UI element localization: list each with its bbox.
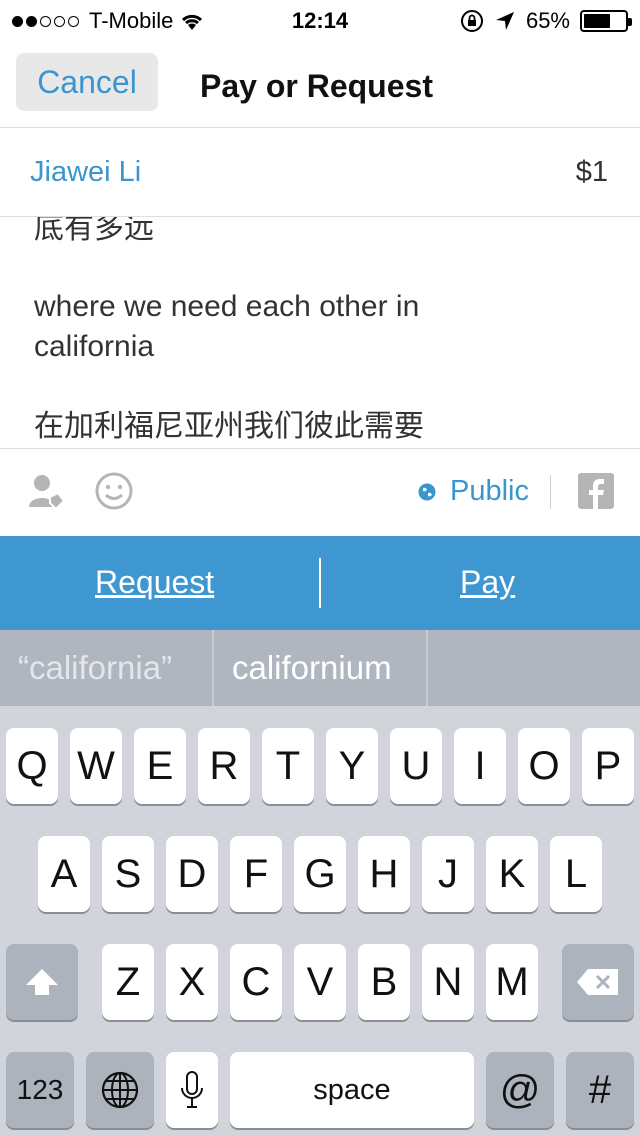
key-e[interactable]: E bbox=[134, 728, 186, 804]
globe-key[interactable] bbox=[86, 1052, 154, 1128]
pay-request-bar: Request Pay bbox=[0, 536, 640, 630]
dictation-key[interactable] bbox=[166, 1052, 218, 1128]
key-a[interactable]: A bbox=[38, 836, 90, 912]
key-h[interactable]: H bbox=[358, 836, 410, 912]
key-o[interactable]: O bbox=[518, 728, 570, 804]
note-line: where we need each other in bbox=[34, 290, 420, 323]
battery-icon bbox=[580, 10, 632, 32]
keyboard: Q W E R T Y U I O P A S D F G H J K L Z … bbox=[0, 706, 640, 1136]
facebook-icon[interactable] bbox=[578, 473, 614, 509]
note-line: california bbox=[34, 330, 155, 363]
key-t[interactable]: T bbox=[262, 728, 314, 804]
numbers-key[interactable]: 123 bbox=[6, 1052, 74, 1128]
note-line: 底有多远 bbox=[34, 217, 154, 245]
space-key[interactable]: space bbox=[230, 1052, 474, 1128]
key-v[interactable]: V bbox=[294, 944, 346, 1020]
divider bbox=[426, 630, 428, 706]
divider bbox=[212, 630, 214, 706]
key-n[interactable]: N bbox=[422, 944, 474, 1020]
globe-icon bbox=[418, 483, 436, 500]
key-d[interactable]: D bbox=[166, 836, 218, 912]
key-i[interactable]: I bbox=[454, 728, 506, 804]
location-arrow-icon bbox=[495, 12, 514, 30]
globe-icon bbox=[101, 1071, 139, 1109]
status-right: 65% bbox=[460, 8, 632, 34]
microphone-icon bbox=[181, 1071, 203, 1108]
key-b[interactable]: B bbox=[358, 944, 410, 1020]
battery-percentage: 65% bbox=[525, 8, 570, 33]
note-textarea[interactable]: 底有多远 where we need each other in califor… bbox=[0, 217, 640, 449]
note-line: 在加利福尼亚州我们彼此需要 bbox=[34, 410, 424, 443]
status-bar: T-Mobile 12:14 65% bbox=[0, 0, 640, 40]
recipient-name[interactable]: Jiawei Li bbox=[30, 156, 141, 189]
suggestion-item[interactable]: californium bbox=[232, 630, 392, 706]
page-title: Pay or Request bbox=[200, 68, 433, 104]
key-c[interactable]: C bbox=[230, 944, 282, 1020]
key-f[interactable]: F bbox=[230, 836, 282, 912]
key-z[interactable]: Z bbox=[102, 944, 154, 1020]
delete-icon bbox=[577, 969, 618, 995]
note-actions-row: Public bbox=[0, 449, 640, 535]
shift-icon bbox=[26, 969, 58, 995]
suggestion-item[interactable]: “california” bbox=[18, 630, 172, 706]
recipient-row[interactable]: Jiawei Li $1 bbox=[0, 128, 640, 217]
at-key[interactable]: @ bbox=[486, 1052, 554, 1128]
pay-button[interactable]: Pay bbox=[460, 564, 515, 601]
person-tag-icon[interactable] bbox=[26, 471, 66, 511]
shift-key[interactable] bbox=[6, 944, 78, 1020]
hash-key[interactable]: # bbox=[566, 1052, 634, 1128]
autocorrect-suggestions: “california” californium bbox=[0, 630, 640, 706]
request-button[interactable]: Request bbox=[95, 564, 214, 601]
key-m[interactable]: M bbox=[486, 944, 538, 1020]
navigation-bar: Cancel Pay or Request bbox=[0, 40, 640, 128]
cancel-button[interactable]: Cancel bbox=[16, 53, 158, 111]
delete-key[interactable] bbox=[562, 944, 634, 1020]
key-j[interactable]: J bbox=[422, 836, 474, 912]
key-p[interactable]: P bbox=[582, 728, 634, 804]
key-w[interactable]: W bbox=[70, 728, 122, 804]
key-y[interactable]: Y bbox=[326, 728, 378, 804]
smiley-icon[interactable] bbox=[94, 471, 134, 511]
key-x[interactable]: X bbox=[166, 944, 218, 1020]
key-k[interactable]: K bbox=[486, 836, 538, 912]
key-u[interactable]: U bbox=[390, 728, 442, 804]
key-s[interactable]: S bbox=[102, 836, 154, 912]
key-q[interactable]: Q bbox=[6, 728, 58, 804]
rotation-lock-icon bbox=[460, 10, 483, 32]
key-l[interactable]: L bbox=[550, 836, 602, 912]
divider bbox=[550, 475, 551, 509]
amount-field[interactable]: $1 bbox=[576, 156, 608, 189]
privacy-toggle[interactable]: Public bbox=[418, 475, 529, 508]
privacy-label: Public bbox=[450, 475, 529, 507]
divider bbox=[319, 558, 321, 608]
key-g[interactable]: G bbox=[294, 836, 346, 912]
key-r[interactable]: R bbox=[198, 728, 250, 804]
